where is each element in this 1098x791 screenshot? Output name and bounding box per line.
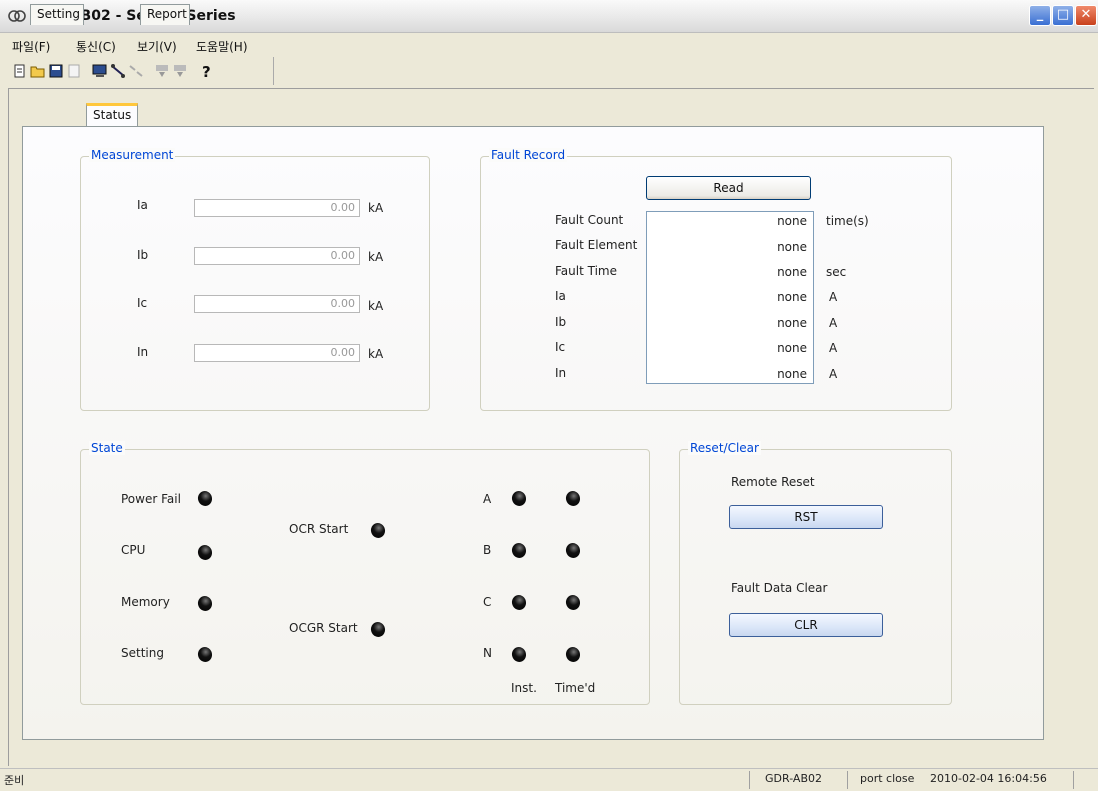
fault-ib-label: Ib [555, 315, 567, 329]
reset-clear-title: Reset/Clear [688, 441, 761, 455]
phase-label-c: C [483, 595, 492, 609]
minimize-button[interactable]: _ [1029, 5, 1051, 26]
fault-count-label: Fault Count [555, 213, 624, 227]
menu-bar: 파일(F) 통신(C) 보기(V) 도움말(H) [0, 34, 1098, 56]
help-icon[interactable]: ? [198, 63, 214, 81]
fault-ic-unit: A [829, 341, 838, 355]
meas-label-ib: Ib [137, 248, 149, 262]
state-label-power-fail: Power Fail [121, 492, 181, 506]
state-label-ocgr-start: OCGR Start [289, 621, 358, 635]
fault-count-unit: time(s) [826, 214, 869, 228]
read-button[interactable]: Read [646, 176, 811, 200]
fault-record-title: Fault Record [489, 148, 568, 162]
status-separator [1073, 771, 1074, 789]
menu-help[interactable]: 도움말(H) [196, 38, 248, 55]
state-title: State [89, 441, 125, 455]
column-timed-label: Time'd [555, 681, 596, 695]
clr-button[interactable]: CLR [729, 613, 883, 637]
toolbar: ? [8, 57, 274, 85]
menu-file[interactable]: 파일(F) [12, 38, 50, 55]
fault-data-clear-label: Fault Data Clear [731, 581, 828, 595]
meas-value-in: 0.00 [194, 344, 360, 362]
status-separator [749, 771, 750, 789]
phase-label-b: B [483, 543, 492, 557]
column-inst-label: Inst. [511, 681, 537, 695]
status-datetime: 2010-02-04 16:04:56 [930, 772, 1047, 785]
meas-label-in: In [137, 345, 149, 359]
fault-ia-unit: A [829, 290, 838, 304]
fault-record-values-box: none none none none none none none [646, 211, 814, 384]
maximize-button[interactable]: □ [1052, 5, 1074, 26]
fault-time-label: Fault Time [555, 264, 617, 278]
open-icon[interactable] [30, 63, 46, 79]
phase-label-n: N [483, 646, 492, 660]
state-label-ocr-start: OCR Start [289, 522, 349, 536]
fault-time-value: none [777, 265, 807, 279]
tab-report[interactable]: Report [140, 4, 190, 25]
phase-label-a: A [483, 492, 492, 506]
fault-ia-value: none [777, 290, 807, 304]
status-separator [847, 771, 848, 789]
state-label-cpu: CPU [121, 543, 146, 557]
state-label-setting: Setting [121, 646, 164, 660]
fault-time-unit: sec [826, 265, 847, 279]
upload-icon[interactable] [172, 63, 188, 79]
document-icon[interactable] [66, 63, 82, 79]
meas-value-ib: 0.00 [194, 247, 360, 265]
fault-ib-unit: A [829, 316, 838, 330]
meas-label-ia: Ia [137, 198, 148, 212]
meas-unit-ia: kA [368, 201, 384, 215]
measurement-group: Measurement [80, 148, 430, 411]
meas-value-ic: 0.00 [194, 295, 360, 313]
fault-ia-label: Ia [555, 289, 566, 303]
fault-ib-value: none [777, 316, 807, 330]
status-device: GDR-AB02 [765, 772, 822, 785]
fault-in-value: none [777, 367, 807, 381]
fault-count-value: none [777, 214, 807, 228]
computer-icon[interactable] [92, 63, 108, 79]
disconnect-icon[interactable] [128, 63, 144, 79]
reset-clear-group: Reset/Clear [679, 441, 952, 705]
menu-view[interactable]: 보기(V) [137, 38, 177, 55]
status-bar: 준비 GDR-AB02 port close 2010-02-04 16:04:… [0, 768, 1098, 791]
measurement-title: Measurement [89, 148, 176, 162]
tab-setting[interactable]: Setting [30, 4, 84, 25]
menu-comm[interactable]: 통신(C) [76, 38, 116, 55]
meas-label-ic: Ic [137, 296, 148, 310]
save-icon[interactable] [48, 63, 64, 79]
fault-element-value: none [777, 240, 807, 254]
rst-button[interactable]: RST [729, 505, 883, 529]
close-button[interactable]: ✕ [1075, 5, 1097, 26]
connect-icon[interactable] [110, 63, 126, 79]
state-group: State [80, 441, 650, 705]
fault-element-label: Fault Element [555, 238, 638, 252]
new-icon[interactable] [12, 63, 28, 79]
meas-unit-ib: kA [368, 250, 384, 264]
download-icon[interactable] [154, 63, 170, 79]
fault-ic-value: none [777, 341, 807, 355]
svg-text:?: ? [202, 63, 211, 79]
remote-reset-label: Remote Reset [731, 475, 815, 489]
meas-unit-ic: kA [368, 299, 384, 313]
status-port: port close [860, 772, 915, 785]
fault-in-unit: A [829, 367, 838, 381]
meas-value-ia: 0.00 [194, 199, 360, 217]
meas-unit-in: kA [368, 347, 384, 361]
status-ready: 준비 [4, 774, 25, 787]
app-icon [8, 8, 26, 25]
state-label-memory: Memory [121, 595, 170, 609]
fault-in-label: In [555, 366, 567, 380]
fault-ic-label: Ic [555, 340, 566, 354]
